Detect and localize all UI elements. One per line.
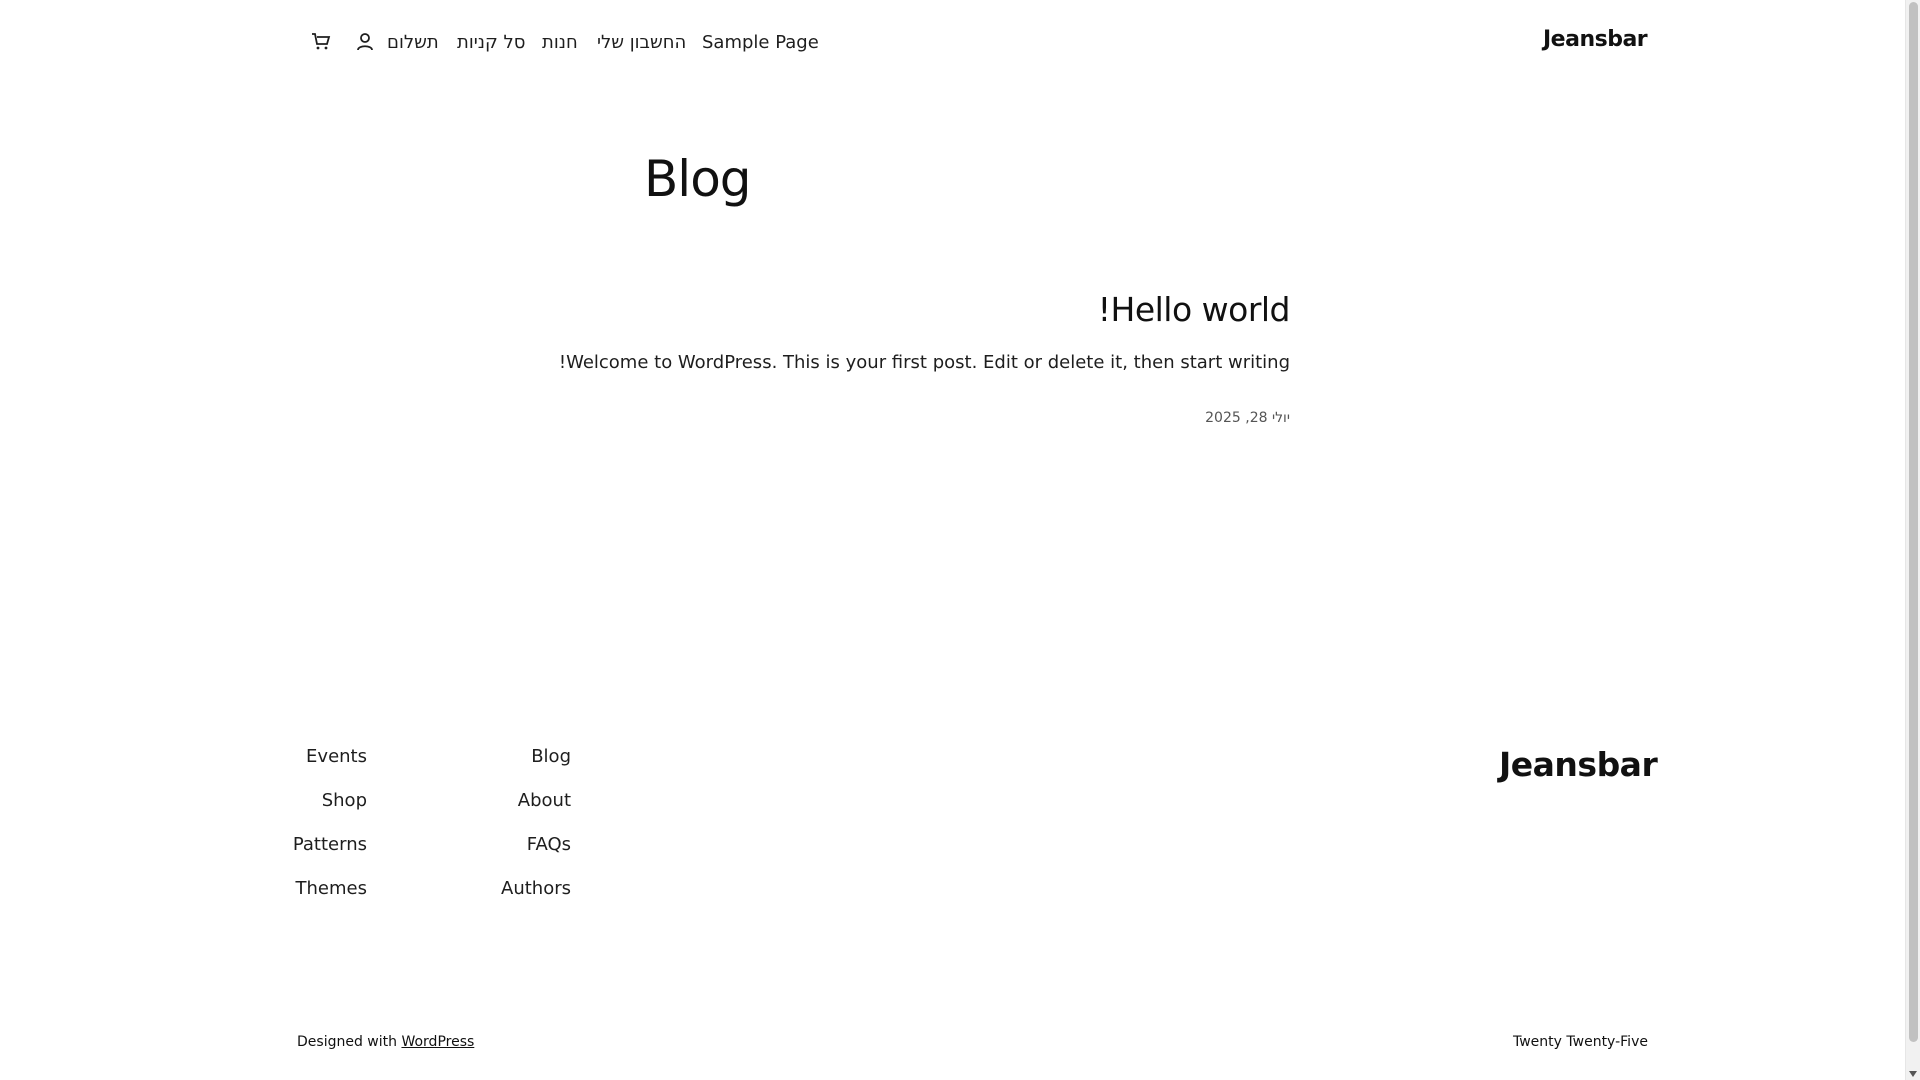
footer-link-patterns[interactable]: Patterns [247,834,367,878]
footer-site-title[interactable]: Jeansbar [1499,745,1658,784]
page-title: Blog [644,150,752,208]
scrollbar-thumb[interactable] [1909,2,1918,1042]
user-icon[interactable] [355,31,375,53]
nav-item-cart[interactable]: סל קניות [457,32,525,53]
theme-name: Twenty Twenty-Five [1513,1034,1648,1050]
footer-link-themes[interactable]: Themes [247,878,367,922]
site-header: Jeansbar תשלום סל קניות חנות החשבון שלי … [15,0,1920,86]
nav-item-sample-page[interactable]: Sample Page [702,32,819,53]
shopping-cart-icon[interactable] [310,30,332,52]
post-date: יולי 28, 2025 [1205,410,1290,426]
wordpress-link[interactable]: WordPress [401,1034,474,1050]
post-title[interactable]: Hello world! [1098,290,1291,329]
nav-item-checkout[interactable]: תשלום [387,32,439,53]
page: Jeansbar תשלום סל קניות חנות החשבון שלי … [15,0,1920,1080]
post-excerpt: Welcome to WordPress. This is your first… [558,352,1290,373]
site-title[interactable]: Jeansbar [1543,27,1648,52]
nav-item-my-account[interactable]: החשבון שלי [597,32,686,53]
footer-credit: Designed with WordPress [297,1034,474,1050]
footer-link-about[interactable]: About [451,790,571,834]
nav-item-shop[interactable]: חנות [542,32,578,53]
vertical-scrollbar[interactable] [1905,0,1920,1080]
footer-link-faqs[interactable]: FAQs [451,834,571,878]
footer-link-blog[interactable]: Blog [451,746,571,790]
scroll-down-arrow-icon[interactable] [1909,1071,1917,1077]
footer-nav-column-2: Events Shop Patterns Themes [247,746,367,922]
footer-nav-column-1: Blog About FAQs Authors [451,746,571,922]
credit-prefix: Designed with [297,1034,397,1050]
footer-link-authors[interactable]: Authors [451,878,571,922]
footer-link-shop[interactable]: Shop [247,790,367,834]
footer-link-events[interactable]: Events [247,746,367,790]
